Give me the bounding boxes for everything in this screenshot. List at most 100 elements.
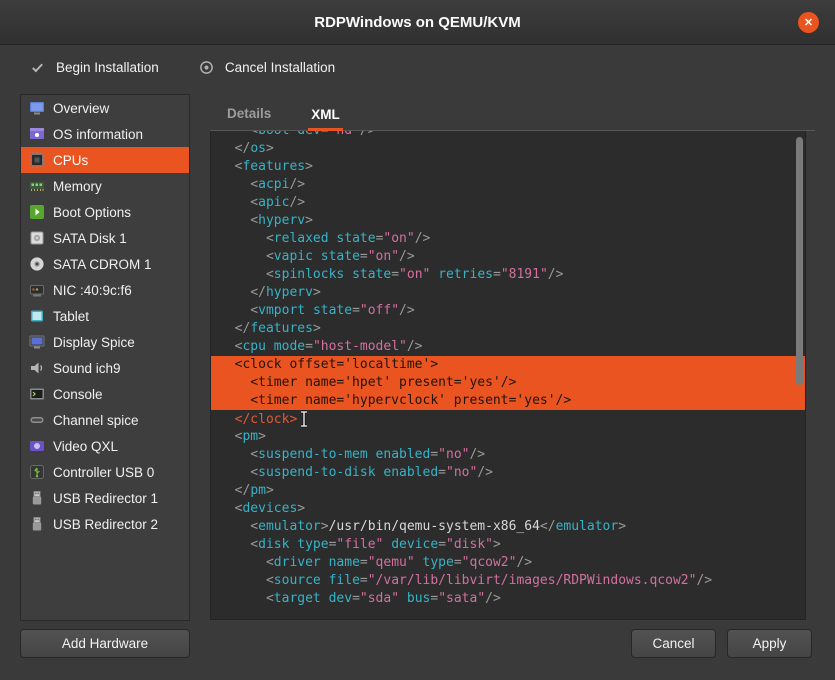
controller-usb-icon bbox=[29, 464, 45, 480]
close-button[interactable]: ✕ bbox=[798, 12, 819, 33]
xml-code-line: <suspend-to-disk enabled="no"/> bbox=[211, 464, 805, 482]
cpus-icon bbox=[29, 152, 45, 168]
xml-code-line: </clock> bbox=[211, 410, 805, 428]
sidebar-item-nic-40-9c-f6[interactable]: NIC :40:9c:f6 bbox=[21, 277, 189, 303]
xml-code-line: </os> bbox=[211, 140, 805, 158]
usb-redirector-icon bbox=[29, 490, 45, 506]
cancel-installation-button[interactable]: Cancel Installation bbox=[199, 60, 335, 75]
sidebar-item-os-information[interactable]: OS information bbox=[21, 121, 189, 147]
hardware-list: Overview OS information CPUs Memory Boot Opt… bbox=[20, 94, 190, 621]
xml-code-line: <relaxed state="on"/> bbox=[211, 230, 805, 248]
xml-code-line: <boot dev="hd"/> bbox=[211, 131, 805, 140]
sidebar-item-label: SATA Disk 1 bbox=[53, 231, 127, 246]
sidebar-item-usb-redirector-2[interactable]: USB Redirector 2 bbox=[21, 511, 189, 537]
xml-code-line: <vmport state="off"/> bbox=[211, 302, 805, 320]
sidebar-item-label: NIC :40:9c:f6 bbox=[53, 283, 132, 298]
xml-code-line: <apic/> bbox=[211, 194, 805, 212]
xml-code-line: <vapic state="on"/> bbox=[211, 248, 805, 266]
cancel-button[interactable]: Cancel bbox=[631, 629, 716, 658]
scrollbar[interactable] bbox=[794, 132, 804, 618]
video-qxl-icon bbox=[29, 438, 45, 454]
sidebar-item-label: CPUs bbox=[53, 153, 88, 168]
titlebar: RDPWindows on QEMU/KVM ✕ bbox=[0, 0, 835, 45]
sidebar-item-label: SATA CDROM 1 bbox=[53, 257, 152, 272]
tab-xml[interactable]: XML bbox=[308, 107, 343, 131]
sidebar-item-label: Sound ich9 bbox=[53, 361, 121, 376]
xml-code-line: <pm> bbox=[211, 428, 805, 446]
sidebar-item-tablet[interactable]: Tablet bbox=[21, 303, 189, 329]
sidebar-item-sound-ich9[interactable]: Sound ich9 bbox=[21, 355, 189, 381]
console-icon bbox=[29, 386, 45, 402]
sidebar-item-overview[interactable]: Overview bbox=[21, 95, 189, 121]
sata-cdrom-icon bbox=[29, 256, 45, 272]
nic-icon bbox=[29, 282, 45, 298]
channel-spice-icon bbox=[29, 412, 45, 428]
xml-code-line: <suspend-to-mem enabled="no"/> bbox=[211, 446, 805, 464]
memory-icon bbox=[29, 178, 45, 194]
toolbar: Begin Installation Cancel Installation bbox=[0, 45, 835, 89]
sidebar-item-label: Boot Options bbox=[53, 205, 131, 220]
display-spice-icon bbox=[29, 334, 45, 350]
xml-code-line: <spinlocks state="on" retries="8191"/> bbox=[211, 266, 805, 284]
sidebar-item-sata-disk-1[interactable]: SATA Disk 1 bbox=[21, 225, 189, 251]
xml-highlighted-line: <clock offset='localtime'> bbox=[211, 356, 805, 374]
xml-code-line: <cpu mode="host-model"/> bbox=[211, 338, 805, 356]
xml-highlighted-line: <timer name='hpet' present='yes'/> bbox=[211, 374, 805, 392]
tab-details[interactable]: Details bbox=[224, 106, 274, 130]
sound-icon bbox=[29, 360, 45, 376]
sidebar-item-label: Display Spice bbox=[53, 335, 135, 350]
xml-editor[interactable]: <boot dev="hd"/> </os> <features> <acpi/… bbox=[210, 131, 806, 620]
cancel-circle-icon bbox=[199, 60, 214, 75]
sidebar-item-label: Channel spice bbox=[53, 413, 139, 428]
sidebar-item-memory[interactable]: Memory bbox=[21, 173, 189, 199]
begin-installation-button[interactable]: Begin Installation bbox=[30, 60, 159, 75]
sidebar-item-channel-spice[interactable]: Channel spice bbox=[21, 407, 189, 433]
window-title: RDPWindows on QEMU/KVM bbox=[314, 14, 521, 31]
xml-code-line: <features> bbox=[211, 158, 805, 176]
sidebar-item-video-qxl[interactable]: Video QXL bbox=[21, 433, 189, 459]
sidebar-item-label: Video QXL bbox=[53, 439, 118, 454]
sidebar-item-display-spice[interactable]: Display Spice bbox=[21, 329, 189, 355]
sidebar-item-label: USB Redirector 1 bbox=[53, 491, 158, 506]
sidebar-item-cpus[interactable]: CPUs bbox=[21, 147, 189, 173]
virt-manager-window: RDPWindows on QEMU/KVM ✕ Begin Installat… bbox=[0, 0, 835, 680]
os-information-icon bbox=[29, 126, 45, 142]
check-icon bbox=[30, 60, 45, 75]
xml-code-line: </hyperv> bbox=[211, 284, 805, 302]
boot-options-icon bbox=[29, 204, 45, 220]
sidebar-item-controller-usb-0[interactable]: Controller USB 0 bbox=[21, 459, 189, 485]
sata-disk-icon bbox=[29, 230, 45, 246]
xml-code-line: <disk type="file" device="disk"> bbox=[211, 536, 805, 554]
xml-code-line: <hyperv> bbox=[211, 212, 805, 230]
xml-code-line: </features> bbox=[211, 320, 805, 338]
xml-code-line: <target dev="sda" bus="sata"/> bbox=[211, 590, 805, 608]
sidebar-item-label: Overview bbox=[53, 101, 109, 116]
sidebar-item-label: Memory bbox=[53, 179, 102, 194]
sidebar-item-label: Tablet bbox=[53, 309, 89, 324]
sidebar-item-sata-cdrom-1[interactable]: SATA CDROM 1 bbox=[21, 251, 189, 277]
sidebar-item-label: Controller USB 0 bbox=[53, 465, 154, 480]
sidebar-item-console[interactable]: Console bbox=[21, 381, 189, 407]
sidebar-item-label: OS information bbox=[53, 127, 143, 142]
tab-bar: Details XML bbox=[210, 97, 815, 131]
sidebar-item-usb-redirector-1[interactable]: USB Redirector 1 bbox=[21, 485, 189, 511]
sidebar-item-label: Console bbox=[53, 387, 103, 402]
apply-button[interactable]: Apply bbox=[727, 629, 812, 658]
scrollbar-thumb[interactable] bbox=[796, 137, 803, 385]
text-cursor-icon bbox=[298, 410, 310, 428]
xml-highlighted-line: <timer name='hypervclock' present='yes'/… bbox=[211, 392, 805, 410]
sidebar-item-label: USB Redirector 2 bbox=[53, 517, 158, 532]
close-icon: ✕ bbox=[804, 16, 813, 29]
xml-code-line: <devices> bbox=[211, 500, 805, 518]
tablet-icon bbox=[29, 308, 45, 324]
xml-code-line: </pm> bbox=[211, 482, 805, 500]
add-hardware-button[interactable]: Add Hardware bbox=[20, 629, 190, 658]
cancel-installation-label: Cancel Installation bbox=[225, 60, 335, 75]
xml-code: <boot dev="hd"/> </os> <features> <acpi/… bbox=[211, 131, 805, 608]
usb-redirector-icon bbox=[29, 516, 45, 532]
xml-code-line: <driver name="qemu" type="qcow2"/> bbox=[211, 554, 805, 572]
begin-installation-label: Begin Installation bbox=[56, 60, 159, 75]
sidebar-item-boot-options[interactable]: Boot Options bbox=[21, 199, 189, 225]
xml-code-line: <source file="/var/lib/libvirt/images/RD… bbox=[211, 572, 805, 590]
xml-code-line: <emulator>/usr/bin/qemu-system-x86_64</e… bbox=[211, 518, 805, 536]
